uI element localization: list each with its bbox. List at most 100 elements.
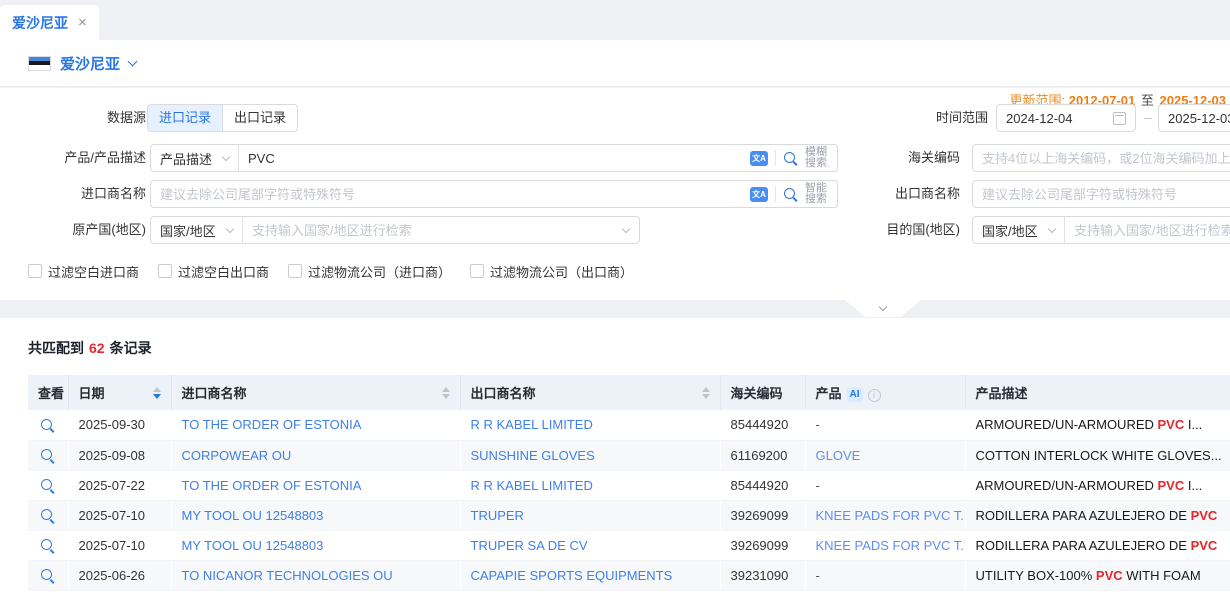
destination-country-type-select[interactable]: 国家/地区 — [973, 217, 1065, 243]
collapse-filter-button[interactable] — [845, 300, 921, 317]
checkbox-icon[interactable] — [158, 264, 172, 278]
hs-code-input[interactable] — [973, 145, 1230, 171]
view-detail-icon[interactable] — [40, 568, 55, 583]
info-icon[interactable]: i — [868, 389, 881, 402]
start-date-picker[interactable] — [996, 104, 1136, 132]
exporter-link[interactable]: CAPAPIE SPORTS EQUIPMENTS — [460, 560, 720, 590]
description-cell: UTILITY BOX-100% PVC WITH FOAM — [965, 560, 1230, 590]
chevron-down-icon[interactable] — [622, 224, 630, 232]
importer-field-group: 文A 智能搜索 — [150, 180, 838, 208]
start-date-input[interactable] — [1006, 111, 1113, 126]
exporter-link[interactable]: TRUPER SA DE CV — [460, 530, 720, 560]
exporter-sort-control[interactable] — [702, 387, 710, 399]
view-cell — [28, 560, 68, 590]
checkbox-label: 过滤物流公司（进口商） — [308, 262, 451, 281]
end-date-picker[interactable] — [1158, 104, 1230, 132]
end-date-input[interactable] — [1168, 111, 1230, 126]
col-product-label: 产品 — [816, 386, 842, 401]
hs-code-cell: 85444920 — [720, 470, 805, 500]
description-cell: RODILLERA PARA AZULEJERO DE PVC — [965, 500, 1230, 530]
data-source-toggle: 进口记录 出口记录 — [147, 104, 298, 132]
filter-blank-exporter-checkbox[interactable]: 过滤空白出口商 — [158, 262, 269, 281]
tab-bar: 爱沙尼亚 × — [0, 0, 1230, 40]
date-range-separator: – — [1140, 104, 1156, 132]
date-sort-control[interactable] — [153, 387, 161, 399]
importer-link[interactable]: TO THE ORDER OF ESTONIA — [171, 410, 460, 440]
exporter-link[interactable]: R R KABEL LIMITED — [460, 470, 720, 500]
export-records-tab[interactable]: 出口记录 — [222, 105, 297, 131]
hs-code-cell: 61169200 — [720, 440, 805, 470]
fuzzy-search-icon[interactable] — [783, 151, 798, 166]
importer-input[interactable] — [151, 181, 750, 207]
importer-link[interactable]: MY TOOL OU 12548803 — [171, 500, 460, 530]
filter-logistics-exporter-checkbox[interactable]: 过滤物流公司（出口商） — [470, 262, 633, 281]
exporter-input[interactable] — [973, 181, 1230, 207]
exporter-label: 出口商名称 — [820, 180, 960, 208]
view-cell — [28, 500, 68, 530]
importer-label: 进口商名称 — [0, 180, 146, 208]
exporter-link[interactable]: R R KABEL LIMITED — [460, 410, 720, 440]
import-records-tab[interactable]: 进口记录 — [148, 105, 222, 131]
checkbox-icon[interactable] — [470, 264, 484, 278]
product-type-value: 产品描述 — [160, 149, 212, 168]
table-body: 2025-09-30 TO THE ORDER OF ESTONIA R R K… — [28, 410, 1230, 590]
filter-logistics-importer-checkbox[interactable]: 过滤物流公司（进口商） — [288, 262, 451, 281]
product-cell: - — [805, 410, 965, 440]
checkbox-icon[interactable] — [288, 264, 302, 278]
destination-country-type-value: 国家/地区 — [982, 221, 1038, 240]
smart-search-icon[interactable] — [783, 187, 798, 202]
chevron-down-icon — [879, 303, 887, 311]
tab-estonia[interactable]: 爱沙尼亚 × — [0, 5, 99, 40]
tab-label: 爱沙尼亚 — [12, 13, 68, 33]
date-cell: 2025-07-10 — [68, 530, 171, 560]
product-link[interactable]: KNEE PADS FOR PVC T... — [805, 530, 965, 560]
importer-link[interactable]: MY TOOL OU 12548803 — [171, 530, 460, 560]
col-description: 产品描述 — [965, 375, 1230, 410]
checkbox-icon[interactable] — [28, 264, 42, 278]
description-cell: ARMOURED/UN-ARMOURED PVC I... — [965, 470, 1230, 500]
calendar-icon[interactable] — [1113, 112, 1126, 125]
translate-icon[interactable]: 文A — [750, 187, 768, 202]
importer-sort-control[interactable] — [442, 387, 450, 399]
checkbox-label: 过滤空白出口商 — [178, 262, 269, 281]
match-count: 62 — [89, 340, 105, 356]
product-search-input[interactable] — [239, 145, 750, 171]
date-cell: 2025-06-26 — [68, 560, 171, 590]
hs-code-cell: 39269099 — [720, 500, 805, 530]
view-detail-icon[interactable] — [40, 418, 55, 433]
divider — [775, 150, 776, 166]
description-cell: COTTON INTERLOCK WHITE GLOVES... — [965, 440, 1230, 470]
filter-blank-importer-checkbox[interactable]: 过滤空白进口商 — [28, 262, 139, 281]
origin-country-type-select[interactable]: 国家/地区 — [151, 217, 243, 243]
chevron-down-icon — [226, 224, 234, 232]
col-product: 产品AIi — [805, 375, 965, 410]
view-detail-icon[interactable] — [40, 478, 55, 493]
translate-icon[interactable]: 文A — [750, 151, 768, 166]
col-hs-code: 海关编码 — [720, 375, 805, 410]
product-link[interactable]: GLOVE — [805, 440, 965, 470]
chevron-down-icon[interactable] — [128, 56, 138, 66]
view-detail-icon[interactable] — [40, 448, 55, 463]
importer-link[interactable]: CORPOWEAR OU — [171, 440, 460, 470]
hs-code-cell: 85444920 — [720, 410, 805, 440]
importer-link[interactable]: TO NICANOR TECHNOLOGIES OU — [171, 560, 460, 590]
exporter-link[interactable]: SUNSHINE GLOVES — [460, 440, 720, 470]
checkbox-label: 过滤物流公司（出口商） — [490, 262, 633, 281]
count-suffix: 条记录 — [110, 340, 152, 356]
view-detail-icon[interactable] — [40, 508, 55, 523]
view-detail-icon[interactable] — [40, 538, 55, 553]
exporter-link[interactable]: TRUPER — [460, 500, 720, 530]
destination-country-input[interactable] — [1065, 217, 1230, 243]
col-view: 查看 — [28, 375, 68, 410]
country-name[interactable]: 爱沙尼亚 — [60, 53, 120, 74]
table-header-row: 查看 日期 进口商名称 出口商名称 海关编码 — [28, 375, 1230, 410]
importer-link[interactable]: TO THE ORDER OF ESTONIA — [171, 470, 460, 500]
product-type-select[interactable]: 产品描述 — [151, 145, 239, 171]
product-link[interactable]: KNEE PADS FOR PVC T... — [805, 500, 965, 530]
description-cell: RODILLERA PARA AZULEJERO DE PVC — [965, 530, 1230, 560]
tab-close-icon[interactable]: × — [78, 15, 87, 30]
date-cell: 2025-07-10 — [68, 500, 171, 530]
product-label: 产品/产品描述 — [0, 144, 146, 172]
view-cell — [28, 410, 68, 440]
origin-country-input[interactable] — [243, 217, 615, 243]
